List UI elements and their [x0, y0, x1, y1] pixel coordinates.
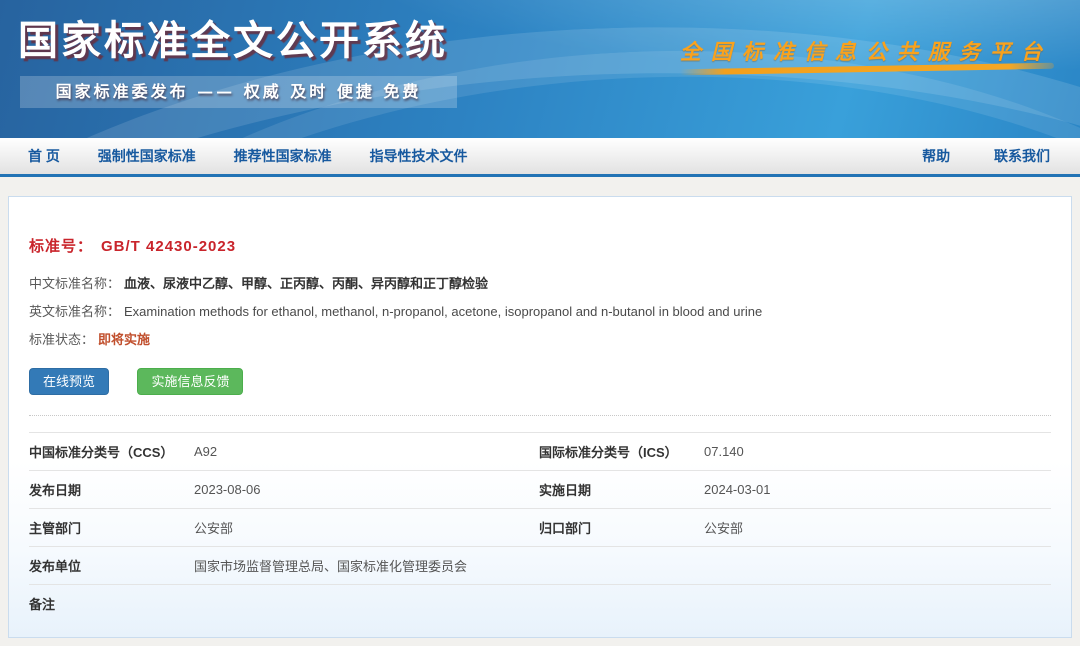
- row-dates: 发布日期 2023-08-06 实施日期 2024-03-01: [29, 470, 1051, 508]
- field-value: 07.140: [704, 444, 1051, 459]
- field-label: 主管部门: [29, 518, 194, 537]
- status-line: 标准状态： 即将实施: [29, 326, 1051, 354]
- en-name-value: Examination methods for ethanol, methano…: [124, 304, 762, 319]
- field-value: 2023-08-06: [194, 482, 539, 497]
- field-label: 备注: [29, 594, 194, 613]
- nav-item-guiding-documents[interactable]: 指导性技术文件: [370, 148, 468, 164]
- row-departments: 主管部门 公安部 归口部门 公安部: [29, 508, 1051, 546]
- cn-name-line: 中文标准名称： 血液、尿液中乙醇、甲醇、正丙醇、丙酮、异丙醇和正丁醇检验: [29, 270, 1051, 298]
- site-title: 国家标准全文公开系统: [18, 8, 448, 66]
- standard-number-value: GB/T 42430-2023: [101, 238, 236, 255]
- dotted-divider: [29, 415, 1051, 416]
- field-value: 国家市场监督管理总局、国家标准化管理委员会: [194, 556, 1051, 575]
- nav-left-group: 首 页 强制性国家标准 推荐性国家标准 指导性技术文件: [0, 146, 468, 166]
- standard-info-table: 中国标准分类号（CCS） A92 国际标准分类号（ICS） 07.140 发布日…: [29, 432, 1051, 622]
- nav-item-home[interactable]: 首 页: [28, 148, 60, 164]
- en-name-label: 英文标准名称：: [29, 304, 120, 319]
- button-row: 在线预览 实施信息反馈: [29, 368, 1051, 395]
- implementation-feedback-button[interactable]: 实施信息反馈: [137, 368, 243, 395]
- page: 国家标准全文公开系统 国家标准委发布 —— 权威 及时 便捷 免费 全国标准信息…: [0, 0, 1080, 646]
- field-value: A92: [194, 444, 539, 459]
- header-banner: 国家标准全文公开系统 国家标准委发布 —— 权威 及时 便捷 免费 全国标准信息…: [0, 0, 1080, 138]
- standard-number: 标准号： GB/T 42430-2023: [29, 197, 1051, 256]
- field-value: 公安部: [704, 518, 1051, 537]
- nav-help[interactable]: 帮助: [922, 148, 950, 164]
- platform-link[interactable]: 全国标准信息公共服务平台: [680, 36, 1052, 66]
- status-label: 标准状态：: [29, 332, 94, 347]
- standard-detail-card: 标准号： GB/T 42430-2023 中文标准名称： 血液、尿液中乙醇、甲醇、正…: [8, 196, 1072, 638]
- header-slogan: 国家标准委发布 —— 权威 及时 便捷 免费: [20, 76, 457, 108]
- content-area: 标准号： GB/T 42430-2023 中文标准名称： 血液、尿液中乙醇、甲醇、正…: [0, 177, 1080, 646]
- field-label: 发布单位: [29, 556, 194, 575]
- standard-number-label: 标准号：: [29, 238, 93, 255]
- row-publisher: 发布单位 国家市场监督管理总局、国家标准化管理委员会: [29, 546, 1051, 584]
- nav-item-recommended-standards[interactable]: 推荐性国家标准: [234, 148, 332, 164]
- cn-name-value: 血液、尿液中乙醇、甲醇、正丙醇、丙酮、异丙醇和正丁醇检验: [124, 276, 488, 291]
- main-nav: 首 页 强制性国家标准 推荐性国家标准 指导性技术文件 帮助 联系我们: [0, 138, 1080, 177]
- field-label: 国际标准分类号（ICS）: [539, 442, 704, 461]
- field-label: 发布日期: [29, 480, 194, 499]
- nav-contact[interactable]: 联系我们: [994, 148, 1050, 164]
- field-label: 归口部门: [539, 518, 704, 537]
- row-classification: 中国标准分类号（CCS） A92 国际标准分类号（ICS） 07.140: [29, 432, 1051, 470]
- online-preview-button[interactable]: 在线预览: [29, 368, 109, 395]
- status-badge: 即将实施: [98, 332, 150, 347]
- nav-item-mandatory-standards[interactable]: 强制性国家标准: [98, 148, 196, 164]
- field-label: 实施日期: [539, 480, 704, 499]
- cn-name-label: 中文标准名称：: [29, 276, 120, 291]
- en-name-line: 英文标准名称： Examination methods for ethanol, …: [29, 298, 1051, 326]
- field-label: 中国标准分类号（CCS）: [29, 442, 194, 461]
- standard-meta: 中文标准名称： 血液、尿液中乙醇、甲醇、正丙醇、丙酮、异丙醇和正丁醇检验 英文标准…: [29, 270, 1051, 354]
- nav-right-group: 帮助 联系我们: [922, 146, 1080, 166]
- row-remarks: 备注: [29, 584, 1051, 622]
- field-value: 2024-03-01: [704, 482, 1051, 497]
- field-value: 公安部: [194, 518, 539, 537]
